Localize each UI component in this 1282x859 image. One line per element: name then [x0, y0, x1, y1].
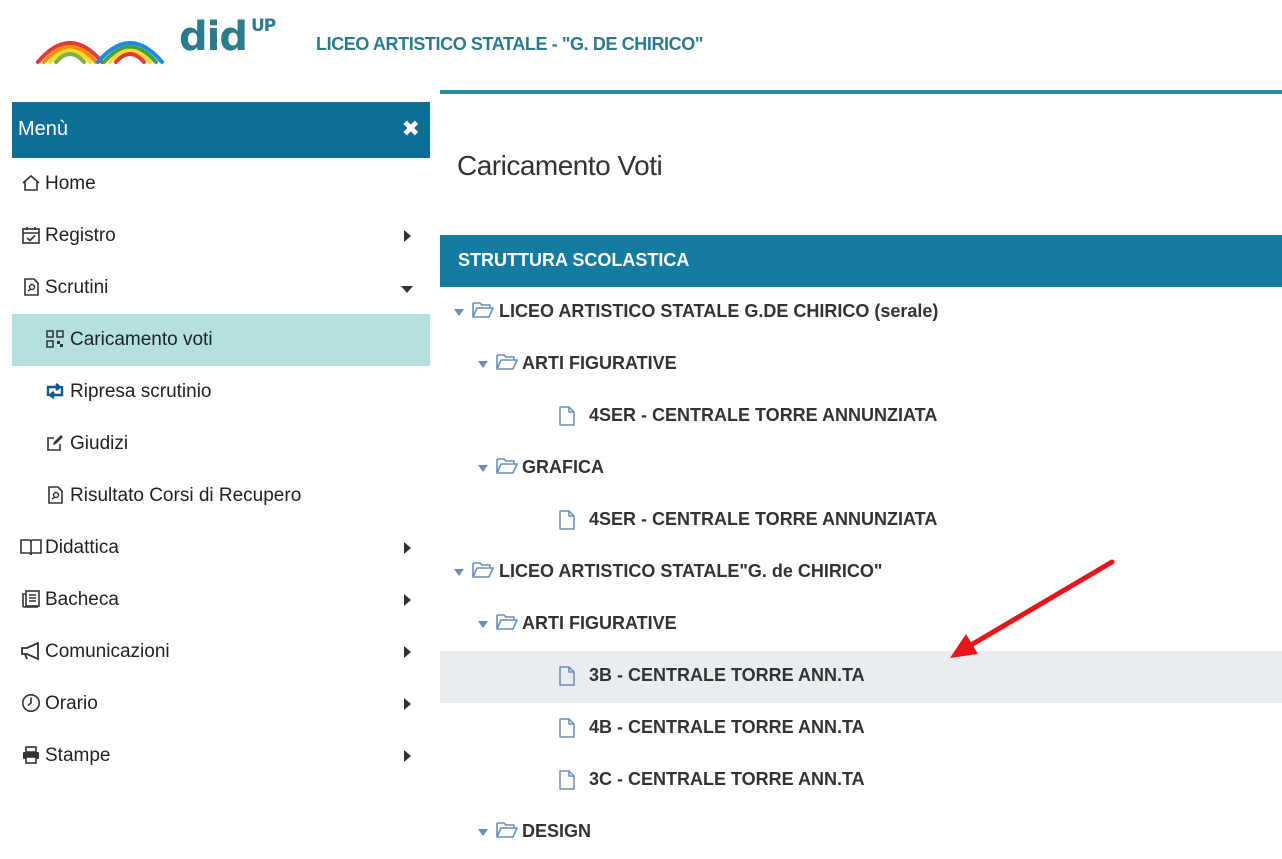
tree-node-folder[interactable]: GRAFICA	[440, 443, 1282, 495]
tree-node-label: LICEO ARTISTICO STATALE G.DE CHIRICO (se…	[499, 301, 939, 321]
sidebar-item-giudizi[interactable]: Giudizi	[12, 418, 430, 470]
tree-node-folder[interactable]: LICEO ARTISTICO STATALE G.DE CHIRICO (se…	[440, 287, 1282, 339]
app-header: did UP LICEO ARTISTICO STATALE - "G. DE C…	[0, 0, 1282, 88]
sidebar-item-stampe[interactable]: Stampe	[12, 730, 430, 782]
sidebar-item-didattica[interactable]: Didattica	[12, 522, 430, 574]
sidebar-item-label: Home	[45, 173, 96, 194]
folder-open-icon	[496, 458, 518, 474]
sidebar-item-label: Stampe	[45, 745, 111, 766]
sidebar-item-label: Ripresa scrutinio	[70, 381, 212, 402]
sidebar-item-label: Registro	[45, 225, 116, 246]
tree-node-folder[interactable]: ARTI FIGURATIVE	[440, 599, 1282, 651]
sidebar-item-orario[interactable]: Orario	[12, 678, 430, 730]
caret-down-icon[interactable]	[478, 465, 488, 472]
file-icon	[559, 718, 575, 738]
folder-open-icon	[496, 822, 518, 838]
folder-open-icon	[472, 562, 494, 578]
sidebar-item-bacheca[interactable]: Bacheca	[12, 574, 430, 626]
book-icon	[20, 536, 42, 558]
tree-node-label: ARTI FIGURATIVE	[522, 613, 677, 633]
edit-icon	[44, 432, 66, 454]
tree-node-class[interactable]: 4B - CENTRALE TORRE ANN.TA	[440, 703, 1282, 755]
folder-open-icon	[496, 354, 518, 370]
sidebar-item-home[interactable]: Home	[12, 158, 430, 210]
file-icon	[559, 770, 575, 790]
megaphone-icon	[20, 640, 42, 662]
file-icon	[559, 666, 575, 686]
home-icon	[20, 172, 42, 194]
file-icon	[559, 510, 575, 530]
scrutini-icon	[20, 276, 42, 298]
tree-node-folder[interactable]: DESIGN	[440, 807, 1282, 859]
sidebar-item-label: Caricamento voti	[70, 329, 213, 350]
sidebar-item-label: Scrutini	[45, 277, 109, 298]
caret-down-icon[interactable]	[454, 569, 464, 576]
chevron-right-icon	[404, 230, 411, 242]
sidebar-item-label: Risultato Corsi di Recupero	[70, 485, 302, 506]
sidebar-item-label: Comunicazioni	[45, 641, 170, 662]
folder-open-icon	[472, 302, 494, 318]
panel-header: STRUTTURA SCOLASTICA	[440, 235, 1282, 287]
caret-down-icon[interactable]	[478, 829, 488, 836]
newspaper-icon	[20, 588, 42, 610]
sidebar-item-label: Orario	[45, 693, 98, 714]
tree-node-label: GRAFICA	[522, 457, 604, 477]
caret-down-icon[interactable]	[478, 621, 488, 628]
tree-node-folder[interactable]: LICEO ARTISTICO STATALE"G. de CHIRICO"	[440, 547, 1282, 599]
menu-header: Menù ✖	[12, 102, 430, 158]
sidebar-item-label: Giudizi	[70, 433, 129, 454]
rainbow-logo-icon	[36, 41, 164, 64]
chevron-down-icon	[401, 286, 413, 293]
school-name: LICEO ARTISTICO STATALE - "G. DE CHIRICO…	[316, 34, 703, 54]
sidebar-item-caricamento-voti[interactable]: Caricamento voti	[12, 314, 430, 366]
retweet-icon	[44, 380, 66, 402]
tree-node-folder[interactable]: ARTI FIGURATIVE	[440, 339, 1282, 391]
tree-node-class[interactable]: 4SER - CENTRALE TORRE ANNUNZIATA	[440, 391, 1282, 443]
tree-node-class[interactable]: 3C - CENTRALE TORRE ANN.TA	[440, 755, 1282, 807]
chevron-right-icon	[404, 750, 411, 762]
tree-node-label: DESIGN	[522, 821, 592, 841]
page-title: Caricamento Voti	[457, 150, 663, 181]
chevron-right-icon	[404, 646, 411, 658]
sidebar-item-label: Didattica	[45, 537, 119, 558]
calendar-check-icon	[20, 224, 42, 246]
tree-node-class[interactable]: 4SER - CENTRALE TORRE ANNUNZIATA	[440, 495, 1282, 547]
caret-down-icon[interactable]	[454, 309, 464, 316]
close-icon[interactable]: ✖	[402, 116, 420, 142]
tree-node-label: ARTI FIGURATIVE	[522, 353, 677, 373]
qrcode-icon	[44, 328, 66, 350]
menu-title: Menù	[18, 118, 69, 140]
chevron-right-icon	[404, 698, 411, 710]
panel-title: STRUTTURA SCOLASTICA	[458, 250, 690, 270]
brand-logo: did UP	[179, 14, 276, 60]
sidebar-item-registro[interactable]: Registro	[12, 210, 430, 262]
school-structure-tree: LICEO ARTISTICO STATALE G.DE CHIRICO (se…	[440, 287, 1282, 859]
sidebar-item-ripresa-scrutinio[interactable]: Ripresa scrutinio	[12, 366, 430, 418]
sidebar-item-label: Bacheca	[45, 589, 119, 610]
annotation-arrow-icon	[950, 559, 1115, 658]
folder-open-icon	[496, 614, 518, 630]
scrutini-icon	[44, 484, 66, 506]
sidebar-item-scrutini[interactable]: Scrutini	[12, 262, 430, 314]
tree-node-label: 4B - CENTRALE TORRE ANN.TA	[589, 717, 865, 737]
file-icon	[559, 406, 575, 426]
clock-icon	[20, 692, 42, 714]
chevron-right-icon	[404, 542, 411, 554]
sidebar-item-comunicazioni[interactable]: Comunicazioni	[12, 626, 430, 678]
header-divider	[440, 90, 1282, 94]
sidebar-menu: Menù ✖ Home Registro Scrutini Caricament…	[12, 102, 430, 780]
tree-node-label: 4SER - CENTRALE TORRE ANNUNZIATA	[589, 405, 938, 425]
chevron-right-icon	[404, 594, 411, 606]
sidebar-item-risultato-corsi[interactable]: Risultato Corsi di Recupero	[12, 470, 430, 522]
tree-node-class-selected[interactable]: 3B - CENTRALE TORRE ANN.TA	[440, 651, 1282, 703]
tree-node-label: 4SER - CENTRALE TORRE ANNUNZIATA	[589, 509, 938, 529]
printer-icon	[20, 744, 42, 766]
tree-node-label: 3B - CENTRALE TORRE ANN.TA	[589, 665, 865, 685]
caret-down-icon[interactable]	[478, 361, 488, 368]
tree-node-label: LICEO ARTISTICO STATALE"G. de CHIRICO"	[499, 561, 883, 581]
